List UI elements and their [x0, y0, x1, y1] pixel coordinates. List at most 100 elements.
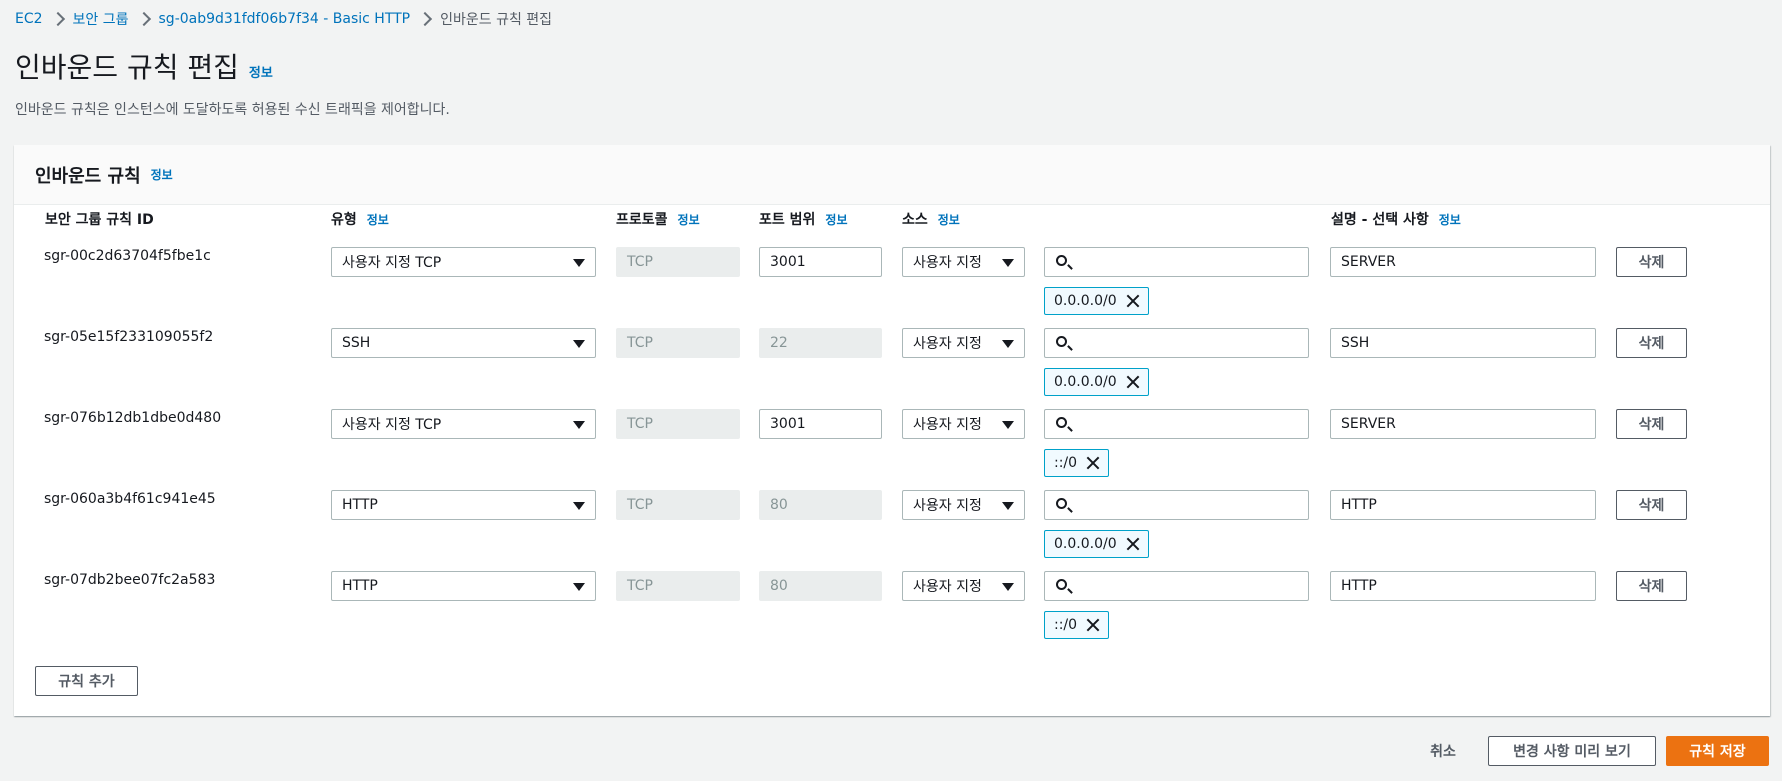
- source-search-input[interactable]: [1044, 490, 1309, 520]
- panel-info-link[interactable]: 정보: [151, 166, 173, 183]
- description-input[interactable]: HTTP: [1330, 490, 1596, 520]
- caret-down-icon: [1002, 340, 1014, 348]
- column-description-label: 설명 - 선택 사항: [1331, 212, 1429, 228]
- caret-down-icon: [1002, 502, 1014, 510]
- caret-down-icon: [573, 421, 585, 429]
- chevron-right-icon: [129, 9, 159, 29]
- column-protocol: 프로토콜 정보: [616, 209, 700, 229]
- source-type-value: 사용자 지정: [913, 336, 982, 352]
- search-icon: [1056, 336, 1067, 347]
- delete-button[interactable]: 삭제: [1616, 409, 1687, 439]
- type-select[interactable]: 사용자 지정 TCP: [331, 247, 596, 277]
- page-description: 인바운드 규칙은 인스턴스에 도달하도록 허용된 수신 트래픽을 제어합니다.: [15, 102, 450, 118]
- source-type-value: 사용자 지정: [913, 498, 982, 514]
- port-range-input[interactable]: 3001: [759, 247, 882, 277]
- type-select-value: HTTP: [342, 497, 378, 513]
- source-type-select[interactable]: 사용자 지정: [902, 409, 1025, 439]
- close-icon[interactable]: [1126, 375, 1140, 389]
- type-select-value: SSH: [342, 335, 371, 351]
- delete-button[interactable]: 삭제: [1616, 571, 1687, 601]
- source-info-link[interactable]: 정보: [938, 211, 960, 228]
- caret-down-icon: [1002, 259, 1014, 267]
- rule-row: sgr-060a3b4f61c941e45 HTTP TCP 80 사용자 지정…: [14, 490, 1770, 571]
- protocol-info-link[interactable]: 정보: [678, 211, 700, 228]
- source-type-value: 사용자 지정: [913, 417, 982, 433]
- page-info-link[interactable]: 정보: [249, 62, 273, 81]
- cidr-token-label: ::/0: [1054, 617, 1078, 633]
- close-icon[interactable]: [1086, 456, 1100, 470]
- column-type-label: 유형: [331, 212, 357, 228]
- type-select[interactable]: HTTP: [331, 490, 596, 520]
- source-search-input[interactable]: [1044, 409, 1309, 439]
- page-header: 인바운드 규칙 편집 정보: [15, 46, 273, 86]
- description-input[interactable]: SERVER: [1330, 247, 1596, 277]
- search-icon: [1056, 255, 1067, 266]
- type-select[interactable]: SSH: [331, 328, 596, 358]
- panel-title: 인바운드 규칙: [35, 165, 141, 187]
- source-type-select[interactable]: 사용자 지정: [902, 490, 1025, 520]
- chevron-right-icon: [410, 9, 440, 29]
- source-search-input[interactable]: [1044, 571, 1309, 601]
- description-info-link[interactable]: 정보: [1439, 211, 1461, 228]
- cidr-token-label: 0.0.0.0/0: [1054, 293, 1117, 309]
- breadcrumb-security-group[interactable]: sg-0ab9d31fdf06b7f34 - Basic HTTP: [159, 11, 411, 27]
- protocol-field: TCP: [616, 328, 740, 358]
- port-range-input[interactable]: 3001: [759, 409, 882, 439]
- delete-button[interactable]: 삭제: [1616, 490, 1687, 520]
- column-protocol-label: 프로토콜: [616, 212, 668, 228]
- column-rule-id-label: 보안 그룹 규칙 ID: [45, 212, 154, 228]
- type-select-value: 사용자 지정 TCP: [342, 255, 442, 271]
- port-range-field: 80: [759, 571, 882, 601]
- source-type-value: 사용자 지정: [913, 255, 982, 271]
- source-search-input[interactable]: [1044, 328, 1309, 358]
- column-description: 설명 - 선택 사항 정보: [1331, 209, 1461, 229]
- page-title: 인바운드 규칙 편집: [15, 51, 239, 84]
- column-rule-id: 보안 그룹 규칙 ID: [45, 209, 154, 229]
- type-select[interactable]: 사용자 지정 TCP: [331, 409, 596, 439]
- description-input[interactable]: SERVER: [1330, 409, 1596, 439]
- rule-row: sgr-05e15f233109055f2 SSH TCP 22 사용자 지정 …: [14, 328, 1770, 409]
- breadcrumb-current: 인바운드 규칙 편집: [440, 12, 553, 28]
- rule-row: sgr-07db2bee07fc2a583 HTTP TCP 80 사용자 지정…: [14, 571, 1770, 652]
- column-source: 소스 정보: [902, 209, 960, 229]
- add-rule-button[interactable]: 규칙 추가: [35, 666, 138, 696]
- cidr-token: ::/0: [1044, 611, 1110, 639]
- description-input[interactable]: HTTP: [1330, 571, 1596, 601]
- source-type-select[interactable]: 사용자 지정: [902, 328, 1025, 358]
- protocol-field: TCP: [616, 571, 740, 601]
- protocol-field: TCP: [616, 247, 740, 277]
- close-icon[interactable]: [1126, 294, 1140, 308]
- type-info-link[interactable]: 정보: [367, 211, 389, 228]
- panel-header: 인바운드 규칙 정보: [14, 145, 1770, 205]
- cidr-token: 0.0.0.0/0: [1044, 530, 1149, 558]
- preview-changes-button[interactable]: 변경 사항 미리 보기: [1488, 736, 1656, 766]
- port-range-info-link[interactable]: 정보: [825, 211, 847, 228]
- close-icon[interactable]: [1126, 537, 1140, 551]
- rule-row: sgr-076b12db1dbe0d480 사용자 지정 TCP TCP 300…: [14, 409, 1770, 490]
- close-icon[interactable]: [1086, 618, 1100, 632]
- type-select-value: HTTP: [342, 578, 378, 594]
- breadcrumb-ec2[interactable]: EC2: [15, 11, 43, 27]
- cidr-token: 0.0.0.0/0: [1044, 287, 1149, 315]
- column-type: 유형 정보: [331, 209, 389, 229]
- source-type-select[interactable]: 사용자 지정: [902, 571, 1025, 601]
- cidr-token-label: 0.0.0.0/0: [1054, 536, 1117, 552]
- description-input[interactable]: SSH: [1330, 328, 1596, 358]
- source-type-select[interactable]: 사용자 지정: [902, 247, 1025, 277]
- source-search-input[interactable]: [1044, 247, 1309, 277]
- cidr-token: 0.0.0.0/0: [1044, 368, 1149, 396]
- column-source-label: 소스: [902, 212, 928, 228]
- caret-down-icon: [573, 340, 585, 348]
- rule-id: sgr-00c2d63704f5fbe1c: [44, 248, 211, 264]
- breadcrumb-security-groups[interactable]: 보안 그룹: [73, 9, 129, 29]
- delete-button[interactable]: 삭제: [1616, 247, 1687, 277]
- caret-down-icon: [573, 502, 585, 510]
- delete-button[interactable]: 삭제: [1616, 328, 1687, 358]
- rule-id: sgr-07db2bee07fc2a583: [44, 572, 216, 588]
- cancel-button[interactable]: 취소: [1418, 736, 1468, 766]
- save-rules-button[interactable]: 규칙 저장: [1666, 736, 1769, 766]
- caret-down-icon: [1002, 583, 1014, 591]
- source-type-value: 사용자 지정: [913, 579, 982, 595]
- search-icon: [1056, 498, 1067, 509]
- type-select[interactable]: HTTP: [331, 571, 596, 601]
